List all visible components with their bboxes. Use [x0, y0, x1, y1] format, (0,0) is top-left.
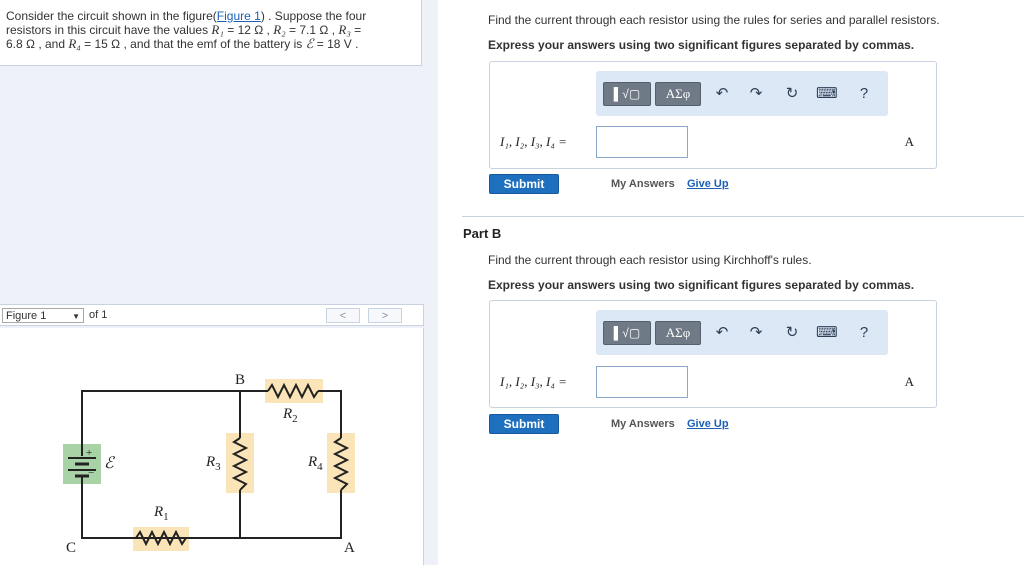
problem-line-1: Consider the circuit shown in the figure…	[6, 9, 367, 23]
part-a-answer-label: I₁, I₂, I₃, I₄ =	[500, 134, 567, 149]
keyboard-icon[interactable]: ⌨	[816, 85, 838, 103]
node-label-b: B	[235, 372, 245, 388]
figure-link[interactable]: Figure 1	[217, 9, 261, 23]
part-b-unit: A	[904, 374, 914, 389]
node-label-a: A	[344, 540, 355, 556]
emf-label: ℰ	[104, 455, 116, 472]
part-b-answer-label: I₁, I₂, I₃, I₄ =	[500, 374, 567, 389]
r3-label: R3	[205, 454, 221, 473]
part-a-submit-button[interactable]: Submit	[489, 174, 559, 194]
undo-icon[interactable]: ↶	[712, 85, 732, 103]
symbols-button[interactable]: ΑΣφ	[655, 321, 701, 345]
templates-button[interactable]: ▌√▢	[603, 82, 651, 106]
figure-area: B C A + − ℰ R2 R1 R3 R4	[0, 328, 424, 565]
templates-button[interactable]: ▌√▢	[603, 321, 651, 345]
node-label-c: C	[66, 540, 76, 556]
prev-figure-button[interactable]: <	[326, 308, 360, 323]
symbols-button[interactable]: ΑΣφ	[655, 82, 701, 106]
battery-minus-label: −	[88, 467, 94, 479]
help-button[interactable]: ?	[854, 85, 874, 103]
part-a-give-up-link[interactable]: Give Up	[687, 178, 729, 190]
left-panel: Consider the circuit shown in the figure…	[0, 0, 438, 565]
part-b-express: Express your answers using two significa…	[488, 278, 915, 292]
reset-icon[interactable]: ↻	[782, 85, 802, 103]
redo-icon[interactable]: ↷	[746, 324, 766, 342]
part-a-express: Express your answers using two significa…	[488, 38, 915, 52]
part-b-my-answers[interactable]: My Answers	[611, 418, 675, 430]
r4-label: R4	[307, 454, 323, 473]
part-b-title: Part B	[463, 226, 502, 241]
help-button[interactable]: ?	[854, 324, 874, 342]
undo-icon[interactable]: ↶	[712, 324, 732, 342]
keyboard-icon[interactable]: ⌨	[816, 324, 838, 342]
part-b-submit-button[interactable]: Submit	[489, 414, 559, 434]
right-panel: Find the current through each resistor u…	[438, 0, 1024, 565]
next-figure-button[interactable]: >	[368, 308, 402, 323]
battery-plus-label: +	[86, 447, 92, 459]
figure-count: of 1	[89, 309, 108, 321]
part-b-instruction: Find the current through each resistor u…	[488, 253, 812, 267]
part-b-math-toolbar: ▌√▢ ΑΣφ ↶ ↷ ↻ ⌨ ?	[596, 310, 888, 355]
part-a-unit: A	[904, 134, 914, 149]
problem-line-3: 6.8 Ω , and R₄ = 15 Ω , and that the emf…	[6, 36, 359, 52]
part-b-give-up-link[interactable]: Give Up	[687, 418, 729, 430]
part-a-math-toolbar: ▌√▢ ΑΣφ ↶ ↷ ↻ ⌨ ?	[596, 71, 888, 116]
figure-nav-bar: Figure 1 ▼ of 1 < >	[0, 304, 424, 326]
figure-select[interactable]: Figure 1 ▼	[2, 308, 84, 323]
r1-label: R1	[153, 504, 169, 523]
part-b-answer-box: ▌√▢ ΑΣφ ↶ ↷ ↻ ⌨ ? I₁, I₂, I₃, I₄ = A	[489, 300, 937, 408]
part-a-my-answers[interactable]: My Answers	[611, 178, 675, 190]
circuit-diagram: B C A + − ℰ R2 R1 R3 R4	[63, 372, 355, 556]
redo-icon[interactable]: ↷	[746, 85, 766, 103]
section-divider	[462, 216, 1024, 217]
part-a-answer-input[interactable]	[596, 126, 688, 158]
r2-label: R2	[282, 406, 298, 425]
part-a-answer-box: ▌√▢ ΑΣφ ↶ ↷ ↻ ⌨ ? I₁, I₂, I₃, I₄ = A	[489, 61, 937, 169]
problem-line-2: resistors in this circuit have the value…	[6, 22, 362, 38]
reset-icon[interactable]: ↻	[782, 324, 802, 342]
dropdown-caret-icon: ▼	[72, 312, 80, 321]
part-b-answer-input[interactable]	[596, 366, 688, 398]
problem-statement: Consider the circuit shown in the figure…	[0, 0, 422, 66]
part-a-instruction: Find the current through each resistor u…	[488, 13, 940, 27]
